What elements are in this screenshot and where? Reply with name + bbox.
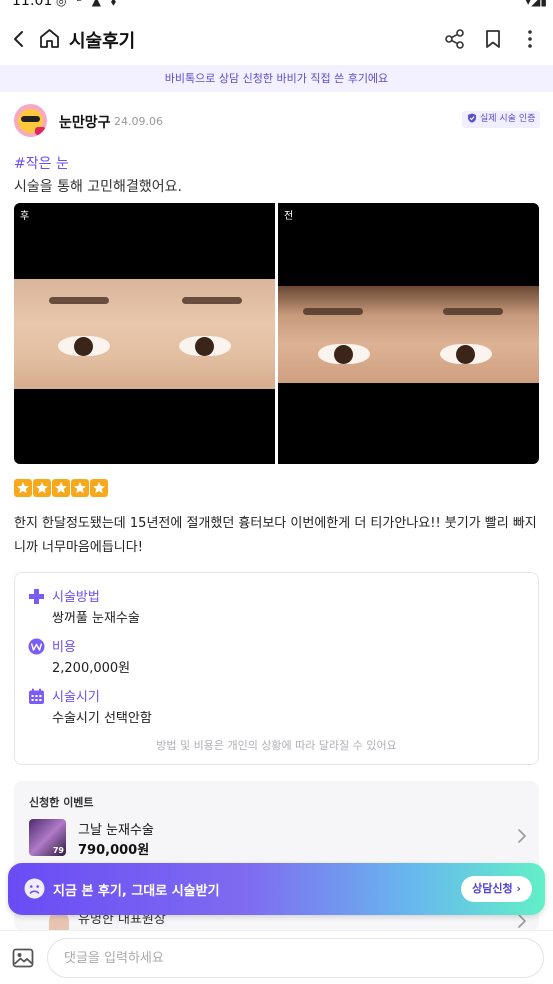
event-thumbnail: 79: [29, 819, 66, 856]
author-name[interactable]: 눈만망구: [59, 112, 111, 132]
share-icon[interactable]: [444, 28, 466, 50]
after-photo-image: [14, 279, 275, 389]
event-item[interactable]: 79 그날 눈재수술 790,000원: [29, 819, 529, 858]
notice-banner: 바비톡으로 상담 신청한 바비가 직접 쓴 후기에요: [0, 65, 553, 92]
before-photo[interactable]: 전: [278, 203, 539, 464]
top-app-bar: 시술후기: [0, 18, 553, 62]
cta-text: 지금 본 후기, 그대로 시술받기: [53, 884, 220, 899]
review-lead: 시술을 통해 고민해결했어요.: [14, 179, 182, 195]
author-row: 눈만망구 24.09.06 실제 시술 인증: [0, 102, 553, 140]
plus-cross-icon: [29, 589, 44, 604]
status-bar: 11:01 ◎ ᙆ ▲ ⬧ ▾◢▮: [0, 0, 553, 12]
back-arrow-icon[interactable]: [9, 28, 29, 50]
after-photo[interactable]: 후: [14, 203, 275, 464]
event-thumbnail-text: 79: [52, 846, 64, 855]
avatar[interactable]: [14, 104, 47, 137]
hashtag[interactable]: #작은 눈: [14, 153, 69, 173]
info-disclaimer: 방법 및 비용은 개인의 상황에 따라 달라질 수 있어요: [156, 739, 397, 752]
event-name: 그날 눈재수술: [78, 823, 154, 838]
notification-icons: ◎ ᙆ ▲ ⬧: [56, 0, 120, 8]
won-coin-icon: [28, 638, 45, 655]
procedure-info-card: 시술방법 쌍꺼풀 눈재수술 비용 2,200,000원 시술시기 수술시기 선택…: [14, 572, 539, 765]
review-body: 한지 한달정도됐는데 15년전에 절개했던 흉터보다 이번에한게 더 티가안나요…: [14, 516, 537, 555]
comment-input[interactable]: [47, 938, 544, 978]
avatar-badge: [35, 127, 46, 135]
page-title: 시술후기: [69, 31, 136, 52]
verified-badge-label: 실제 시술 인증: [480, 114, 536, 124]
star-icon: [90, 479, 108, 497]
bookmark-icon[interactable]: [483, 28, 503, 50]
cost-value: 2,200,000원: [52, 661, 131, 676]
cost-label: 비용: [52, 640, 76, 655]
date-value: 수술시기 선택안함: [52, 711, 152, 726]
star-icon: [14, 479, 32, 497]
star-icon: [71, 479, 89, 497]
home-icon[interactable]: [38, 27, 61, 50]
star-rating: [14, 479, 109, 499]
calendar-icon: [29, 688, 44, 704]
event-price: 790,000원: [78, 843, 150, 858]
star-icon: [33, 479, 51, 497]
before-photo-image: [278, 286, 539, 383]
date-label: 시술시기: [52, 690, 100, 705]
status-time: 11:01: [12, 0, 53, 9]
signal-battery-icons: ▾◢▮: [525, 0, 547, 8]
before-label: 전: [284, 211, 294, 222]
event-heading: 신청한 이벤트: [29, 796, 94, 809]
sad-face-icon: [24, 878, 45, 899]
verified-badge: 실제 시술 인증: [462, 111, 541, 128]
chevron-right-icon: [518, 829, 527, 843]
consult-request-button[interactable]: 상담신청 ›: [461, 876, 532, 902]
after-label: 후: [20, 211, 30, 222]
star-icon: [52, 479, 70, 497]
avatar-glasses: [21, 116, 40, 122]
more-options-icon[interactable]: [520, 28, 540, 50]
method-label: 시술방법: [52, 590, 100, 605]
shield-check-icon: [468, 113, 476, 123]
method-value: 쌍꺼풀 눈재수술: [52, 611, 140, 626]
consult-cta-bar[interactable]: 지금 본 후기, 그대로 시술받기 상담신청 ›: [8, 863, 545, 915]
image-attach-icon[interactable]: [12, 947, 34, 969]
comment-bar: [0, 930, 553, 984]
review-date: 24.09.06: [114, 115, 163, 128]
